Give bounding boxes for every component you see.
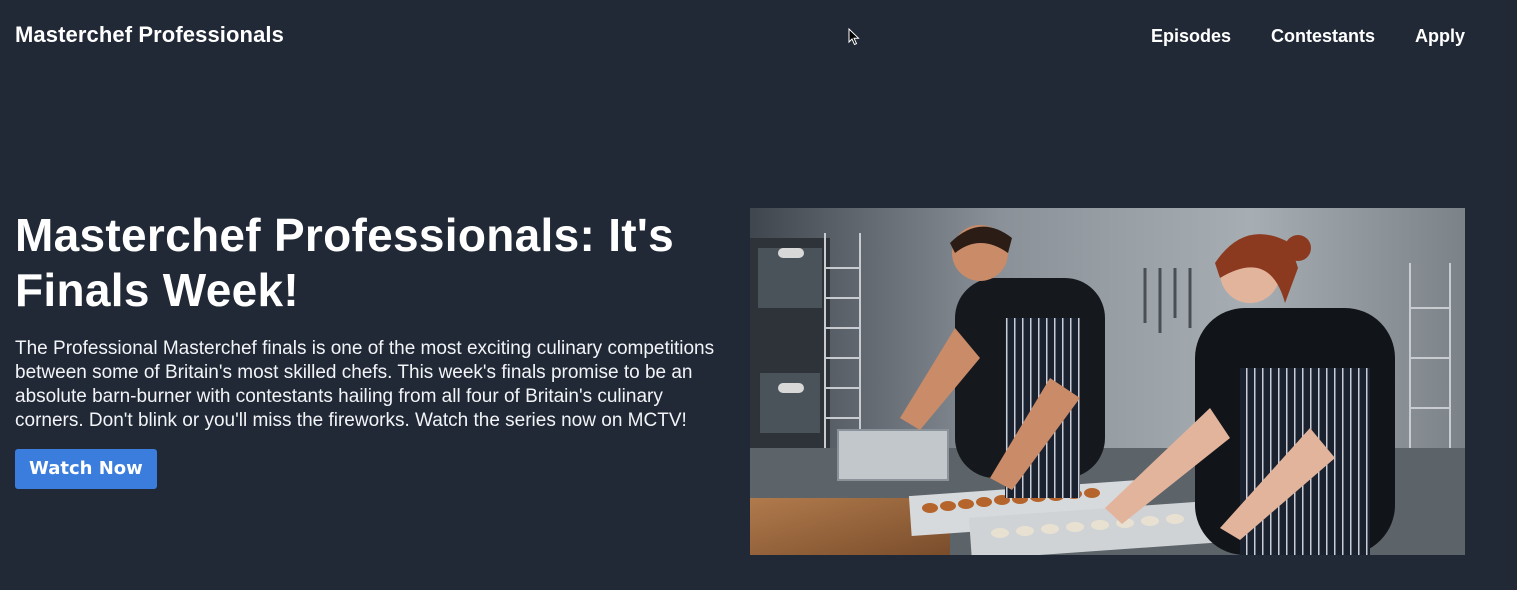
navbar: Masterchef Professionals Episodes Contes… xyxy=(0,0,1517,72)
mouse-pointer-icon xyxy=(848,28,860,46)
hero-image-chefs-in-kitchen xyxy=(750,208,1465,555)
brand-logo-text[interactable]: Masterchef Professionals xyxy=(15,22,284,48)
nav-link-apply[interactable]: Apply xyxy=(1415,26,1465,47)
hero-section: Masterchef Professionals: It's Finals We… xyxy=(15,208,715,489)
watch-now-button[interactable]: Watch Now xyxy=(15,449,157,489)
nav-links: Episodes Contestants Apply xyxy=(1151,26,1465,47)
nav-link-episodes[interactable]: Episodes xyxy=(1151,26,1231,47)
hero-description: The Professional Masterchef finals is on… xyxy=(15,338,715,431)
page: Masterchef Professionals Episodes Contes… xyxy=(0,0,1517,590)
hero-title: Masterchef Professionals: It's Finals We… xyxy=(15,209,675,316)
nav-link-contestants[interactable]: Contestants xyxy=(1271,26,1375,47)
